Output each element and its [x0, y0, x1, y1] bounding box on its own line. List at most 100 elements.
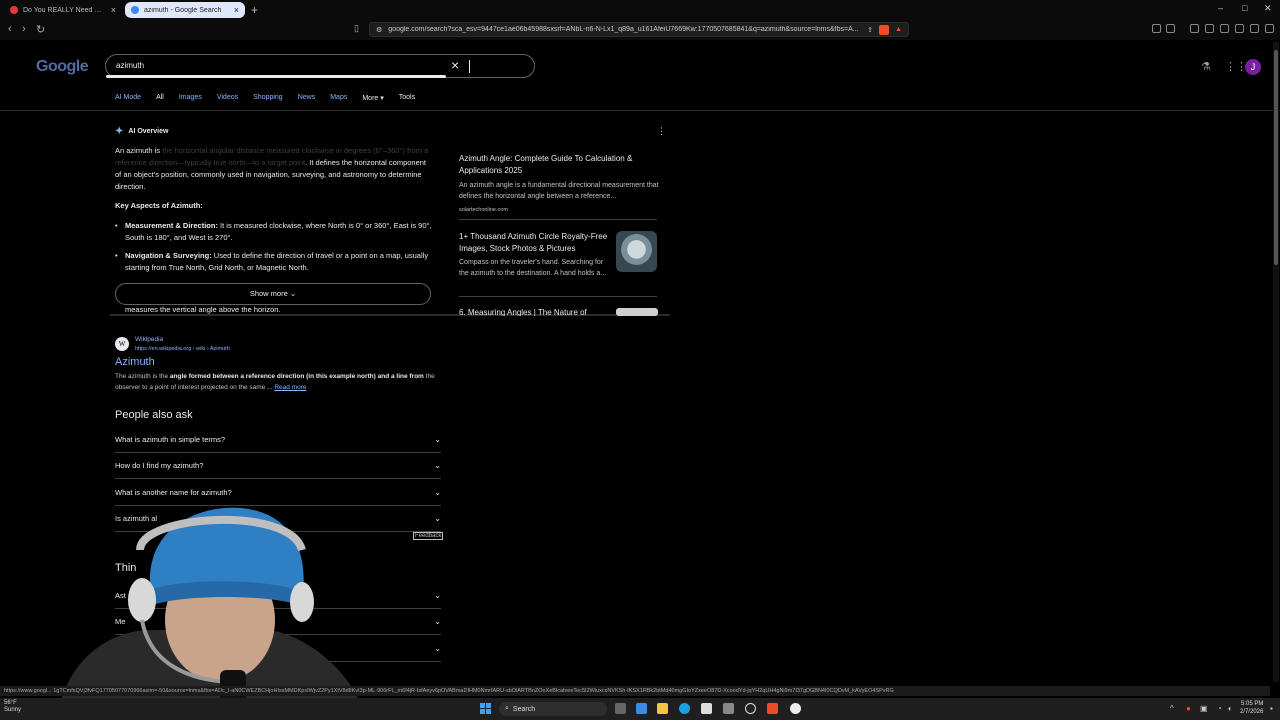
browser-tab-youtube[interactable]: Do You REALLY Need Rest Days? - Yo ×: [4, 2, 122, 18]
clear-search-icon[interactable]: ×: [451, 57, 459, 73]
more-options-icon[interactable]: ⋮: [657, 126, 666, 137]
scrollbar-thumb[interactable]: [1274, 50, 1278, 265]
ai-overview-summary: An azimuth is the horizontal angular dis…: [115, 145, 430, 193]
source-card[interactable]: 1+ Thousand Azimuth Circle Royalty-Free …: [459, 231, 611, 279]
paa-question[interactable]: What is azimuth in simple terms? ⌄: [115, 427, 441, 453]
search-icon: ⌕: [505, 705, 509, 712]
store-icon[interactable]: [701, 703, 712, 714]
close-tab-icon[interactable]: ×: [234, 5, 239, 15]
search-box[interactable]: azimuth ×: [105, 54, 535, 78]
app-icon[interactable]: [790, 703, 801, 714]
maximize-icon[interactable]: □: [1242, 3, 1247, 13]
feedback-link[interactable]: Feedback: [413, 532, 444, 540]
tray-app-icon[interactable]: ●: [1186, 704, 1191, 713]
tab-more[interactable]: More ▾: [362, 94, 383, 102]
labs-icon[interactable]: ⚗: [1201, 60, 1211, 73]
tab-tools[interactable]: Tools: [399, 94, 415, 102]
app-icon[interactable]: [723, 703, 734, 714]
result-site-name[interactable]: Wikipedia: [135, 336, 163, 343]
volume-icon[interactable]: ◖: [1227, 704, 1232, 713]
header-divider: [0, 110, 1280, 111]
ai-overview-header: ✦ AI Overview: [115, 126, 168, 137]
youtube-favicon-icon: [10, 6, 18, 14]
chevron-down-icon: ⌄: [289, 289, 297, 298]
headset-ear-left: [128, 578, 156, 622]
source-thumbnail[interactable]: [616, 308, 658, 316]
taskbar-clock[interactable]: 5:05 PM 2/7/2026: [1240, 700, 1263, 716]
task-view-icon[interactable]: [615, 703, 626, 714]
apps-grid-icon[interactable]: ⋮⋮: [1225, 60, 1247, 73]
result-title-link[interactable]: Azimuth: [115, 356, 155, 368]
tab-maps[interactable]: Maps: [330, 94, 347, 102]
back-icon[interactable]: ‹: [8, 23, 12, 35]
tab-shopping[interactable]: Shopping: [253, 94, 283, 102]
browser-tab-google[interactable]: azimuth - Google Search ×: [125, 2, 245, 18]
forward-icon[interactable]: ›: [22, 23, 26, 35]
show-more-button[interactable]: Show more ⌄: [115, 283, 431, 305]
taskbar-search[interactable]: ⌕ Search: [499, 702, 607, 716]
menu-icon[interactable]: [1265, 24, 1274, 33]
source-divider: [459, 296, 657, 297]
close-window-icon[interactable]: ✕: [1264, 3, 1272, 14]
bookmark-icon[interactable]: ▯: [354, 23, 359, 34]
reload-icon[interactable]: ↻: [36, 23, 45, 36]
source-card[interactable]: 6. Measuring Angles | The Nature of: [459, 308, 609, 316]
sidebar-icon[interactable]: [1205, 24, 1214, 33]
weather-widget[interactable]: 56°F Sunny: [4, 700, 21, 714]
headset-ear-right: [290, 582, 314, 622]
windows-start-icon[interactable]: [480, 703, 491, 714]
status-url: https://www.googl... 1gTCmfxQVj3fvFQ1770…: [0, 686, 1270, 696]
share-icon[interactable]: ⇪: [867, 26, 873, 34]
media-icon[interactable]: [1190, 24, 1199, 33]
close-tab-icon[interactable]: ×: [111, 5, 116, 15]
notifications-icon[interactable]: ▪: [1270, 704, 1273, 713]
source-card[interactable]: Azimuth Angle: Complete Guide To Calcula…: [459, 153, 664, 216]
sparkle-icon: ✦: [115, 126, 124, 137]
tab-images[interactable]: Images: [179, 94, 202, 102]
brave-taskbar-icon[interactable]: [767, 703, 778, 714]
source-site: solartechonline.com: [459, 207, 508, 213]
chevron-down-icon: ⌄: [434, 461, 441, 470]
source-title[interactable]: 1+ Thousand Azimuth Circle Royalty-Free …: [459, 231, 611, 255]
tab-news[interactable]: News: [298, 94, 316, 102]
file-explorer-icon[interactable]: [657, 703, 668, 714]
key-aspects-heading: Key Aspects of Azimuth:: [115, 201, 203, 210]
tab-ai-mode[interactable]: AI Mode: [115, 94, 141, 102]
search-input[interactable]: azimuth: [116, 61, 144, 70]
tab-all[interactable]: All: [156, 94, 164, 102]
extension-icon[interactable]: [1152, 24, 1161, 33]
clock-time: 5:05 PM: [1241, 701, 1264, 707]
paa-question[interactable]: How do I find my azimuth? ⌄: [115, 453, 441, 479]
people-also-ask-heading: People also ask: [115, 409, 193, 421]
tray-chevron-icon[interactable]: ^: [1170, 704, 1174, 713]
address-bar[interactable]: ⚙ google.com/search?sca_esv=9447ce1ae06b…: [369, 22, 909, 37]
search-suggestion-bar: [106, 75, 446, 78]
brave-rewards-icon[interactable]: ▲: [895, 26, 902, 33]
compass-thumbnail[interactable]: [616, 231, 657, 272]
tray-app-icon[interactable]: ▣: [1200, 704, 1208, 713]
read-more-link[interactable]: Read more: [274, 384, 306, 391]
edge-icon[interactable]: [679, 703, 690, 714]
source-title[interactable]: Azimuth Angle: Complete Guide To Calcula…: [459, 153, 664, 177]
tab-videos[interactable]: Videos: [217, 94, 238, 102]
bullet-title: Navigation & Surveying:: [125, 251, 212, 260]
google-logo[interactable]: Google: [36, 58, 89, 76]
question-text: How do I find my azimuth?: [115, 461, 204, 470]
source-description: An azimuth angle is a fundamental direct…: [459, 182, 659, 200]
scrollbar[interactable]: [1273, 42, 1279, 682]
key-aspects-list: Measurement & Direction: It is measured …: [115, 220, 435, 280]
minimize-icon[interactable]: –: [1218, 3, 1223, 13]
obs-icon[interactable]: [745, 703, 756, 714]
extension-icon[interactable]: [1166, 24, 1175, 33]
history-icon[interactable]: [1235, 24, 1244, 33]
brave-shield-icon[interactable]: [879, 24, 890, 35]
new-tab-icon[interactable]: +: [251, 3, 258, 17]
copilot-icon[interactable]: [636, 703, 647, 714]
result-url[interactable]: https://en.wikipedia.org › wiki › Azimut…: [135, 346, 230, 352]
wallet-icon[interactable]: [1250, 24, 1259, 33]
site-info-icon[interactable]: ⚙: [376, 26, 382, 34]
wifi-icon[interactable]: ◔: [1217, 704, 1222, 713]
avatar[interactable]: J: [1245, 59, 1261, 75]
source-title[interactable]: 6. Measuring Angles | The Nature of: [459, 308, 609, 316]
downloads-icon[interactable]: [1220, 24, 1229, 33]
